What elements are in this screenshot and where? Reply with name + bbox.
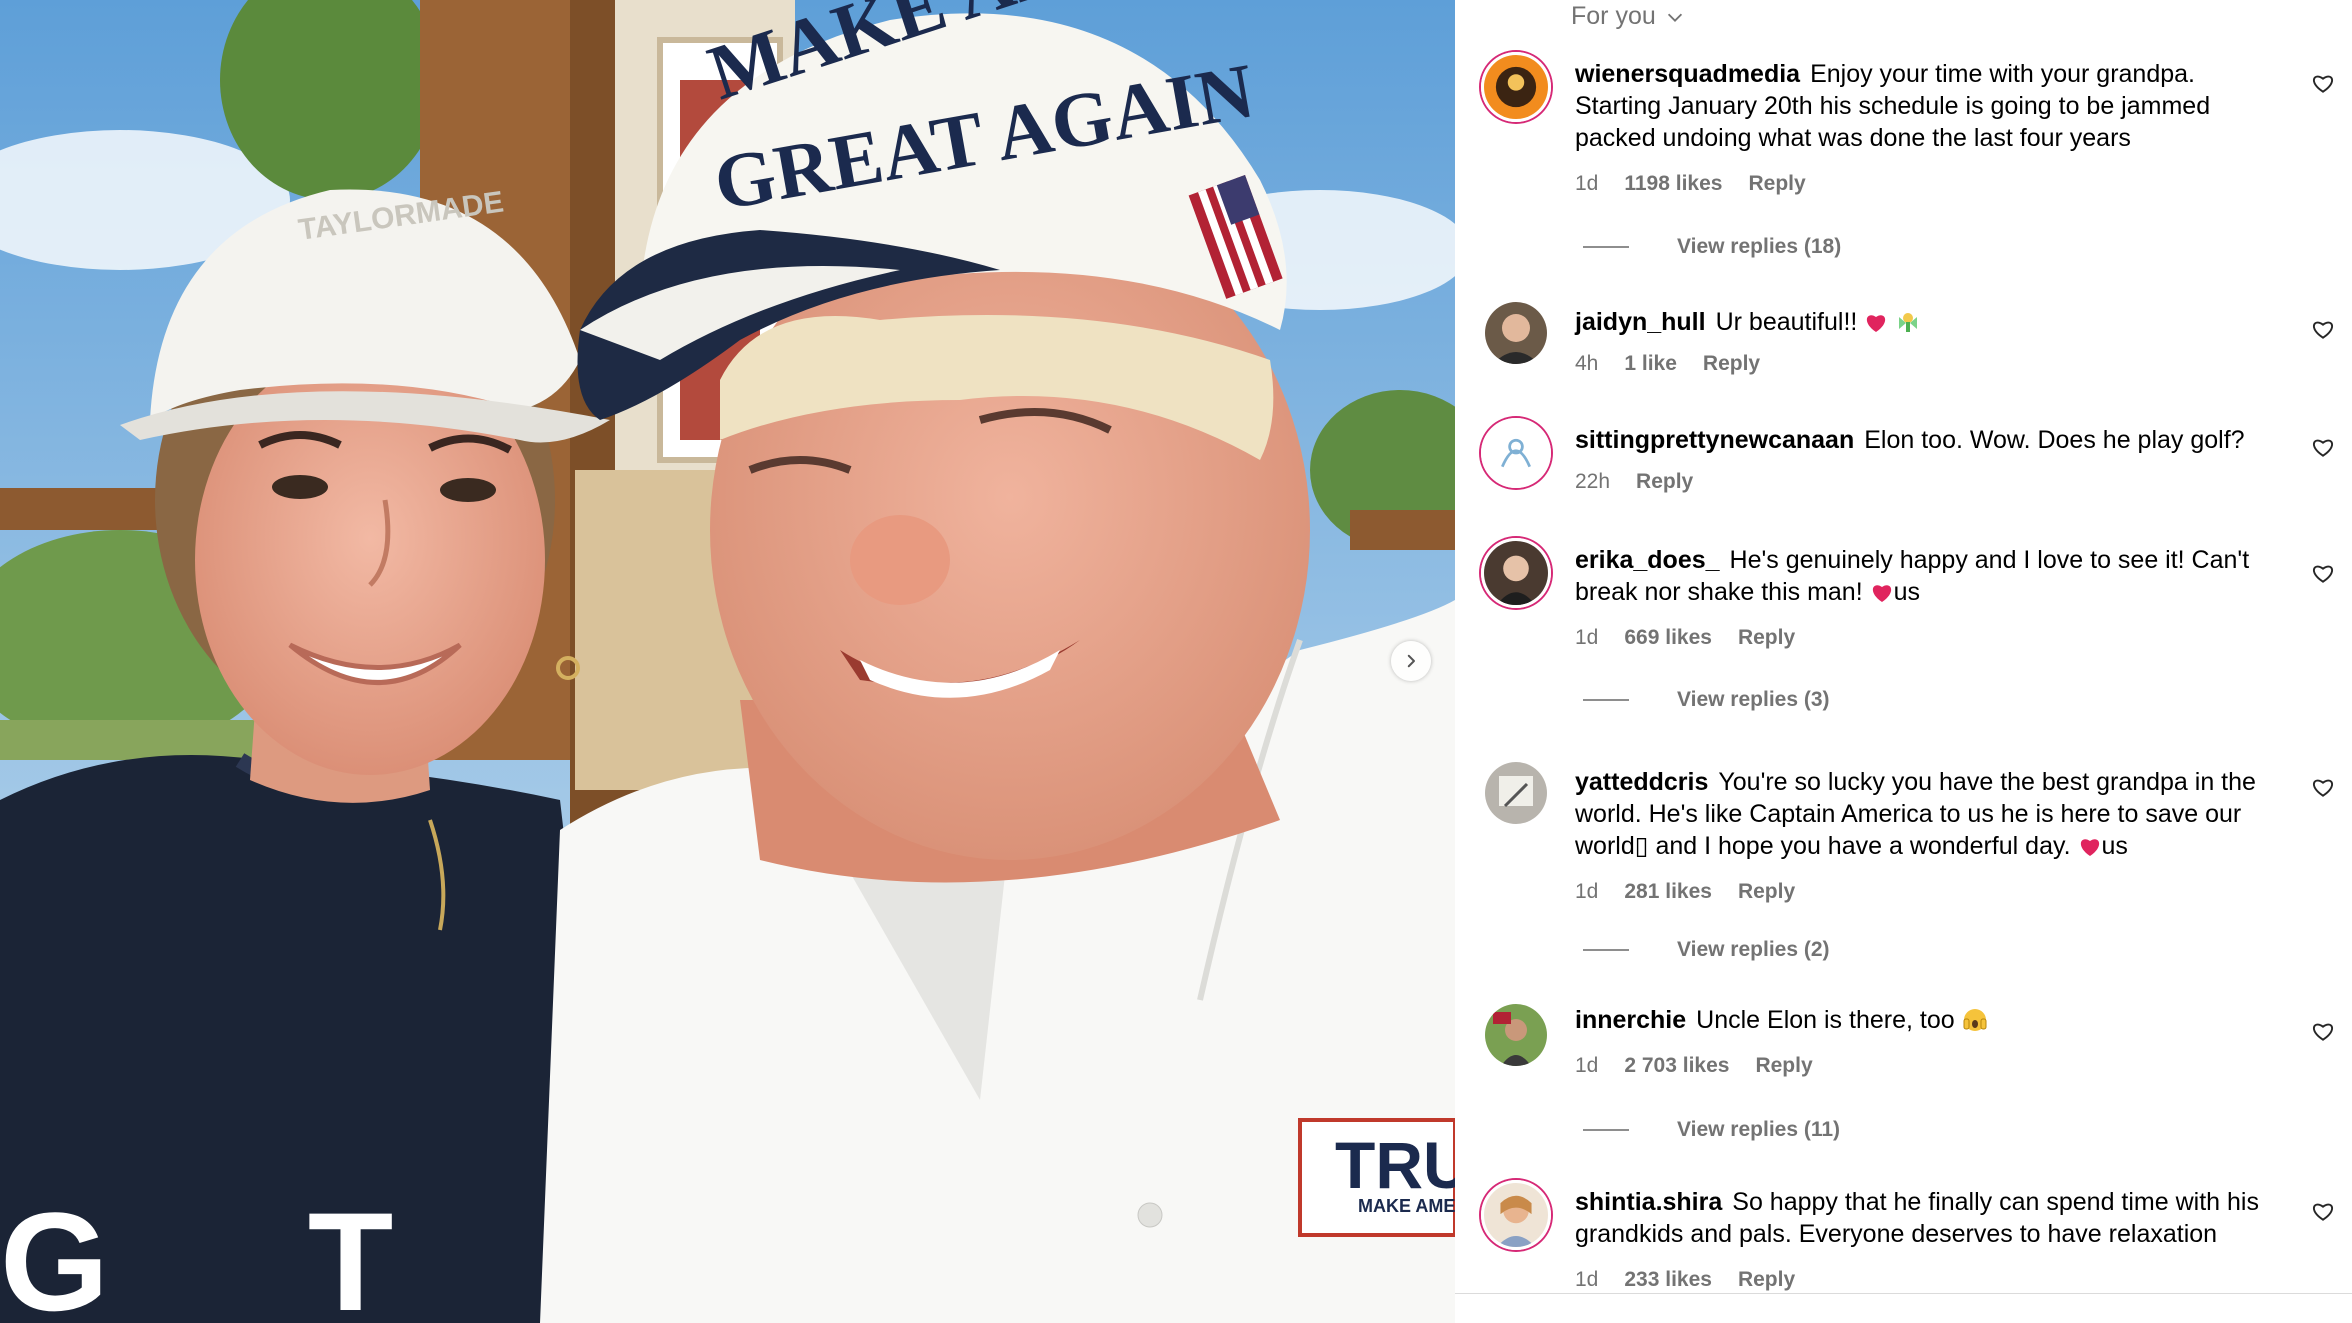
reply-button[interactable]: Reply	[1738, 1268, 1795, 1292]
view-replies-button[interactable]: View replies (11)	[1583, 1118, 1840, 1142]
divider-line	[1583, 699, 1629, 701]
comment-username[interactable]: yatteddcris	[1575, 768, 1708, 796]
like-comment-button[interactable]	[2310, 560, 2336, 586]
comment-age: 1d	[1575, 1054, 1599, 1077]
like-comment-button[interactable]	[2310, 774, 2336, 800]
divider-line	[1583, 246, 1629, 248]
chevron-right-icon	[1407, 654, 1415, 668]
comment-text: Elon too. Wow. Does he play golf?	[1864, 426, 2245, 454]
comment-likes[interactable]: 1198 likes	[1624, 172, 1722, 196]
comment-age: 1d	[1575, 880, 1599, 903]
like-comment-button[interactable]	[2310, 70, 2336, 96]
bottom-divider	[1455, 1293, 2352, 1323]
comment-age: 1d	[1575, 172, 1599, 195]
comment-username[interactable]: wienersquadmedia	[1575, 60, 1800, 88]
heart-outline-icon	[2313, 321, 2333, 339]
heart-outline-icon	[2313, 779, 2333, 797]
comment-body: yatteddcris You're so lucky you have the …	[1575, 766, 2275, 862]
comment-meta: 1d 669 likes Reply	[1575, 626, 1795, 650]
view-replies-label: View replies (2)	[1677, 938, 1830, 961]
comment-username[interactable]: erika_does_	[1575, 546, 1720, 574]
comment-meta: 1d 1198 likes Reply	[1575, 172, 1806, 196]
comment-age: 22h	[1575, 470, 1611, 493]
comment-text: Ur beautiful!!	[1715, 308, 1858, 336]
reply-button[interactable]: Reply	[1636, 470, 1693, 494]
like-comment-button[interactable]	[2310, 1198, 2336, 1224]
comment-username[interactable]: innerchie	[1575, 1006, 1686, 1034]
view-replies-label: View replies (11)	[1677, 1118, 1841, 1141]
comment-username[interactable]: jaidyn_hull	[1575, 308, 1706, 336]
reply-button[interactable]: Reply	[1748, 172, 1805, 196]
reply-button[interactable]: Reply	[1738, 880, 1795, 904]
chevron-down-icon	[1667, 13, 1682, 22]
heart-outline-icon	[2313, 75, 2333, 93]
comment-body: innerchie Uncle Elon is there, too	[1575, 1004, 2275, 1036]
comment-meta: 22h Reply	[1575, 470, 1693, 494]
comment-body: shintia.shira So happy that he finally ca…	[1575, 1186, 2275, 1250]
view-replies-button[interactable]: View replies (18)	[1583, 235, 1841, 259]
avatar[interactable]	[1481, 1180, 1551, 1250]
comment-age: 1d	[1575, 626, 1599, 649]
comment-age: 4h	[1575, 352, 1599, 375]
comment-meta: 1d 281 likes Reply	[1575, 880, 1795, 904]
svg-text:MAKE AMER: MAKE AMER	[1358, 1196, 1455, 1216]
comment-meta: 1d 233 likes Reply	[1575, 1268, 1795, 1292]
avatar[interactable]	[1481, 538, 1551, 608]
comment-age: 1d	[1575, 1268, 1599, 1291]
comment-likes[interactable]: 669 likes	[1624, 626, 1712, 650]
reply-button[interactable]: Reply	[1703, 352, 1760, 376]
post-photo: TAYLORMADE G T L TRU MAKE AMER MA	[0, 0, 1455, 1323]
avatar[interactable]	[1485, 1004, 1547, 1066]
view-replies-button[interactable]: View replies (2)	[1583, 938, 1830, 962]
sort-label: For you	[1571, 2, 1656, 30]
like-comment-button[interactable]	[2310, 434, 2336, 460]
avatar[interactable]	[1485, 762, 1547, 824]
comment-likes[interactable]: 2 703 likes	[1624, 1054, 1729, 1078]
comment-likes[interactable]: 233 likes	[1624, 1268, 1712, 1292]
comment-body: erika_does_ He's genuinely happy and I lo…	[1575, 544, 2275, 608]
comment-username[interactable]: sittingprettynewcanaan	[1575, 426, 1854, 454]
comment-body: jaidyn_hull Ur beautiful!!	[1575, 306, 2275, 338]
heart-outline-icon	[2313, 1203, 2333, 1221]
reply-button[interactable]: Reply	[1755, 1054, 1812, 1078]
comment-text: Uncle Elon is there, too	[1696, 1006, 1955, 1034]
comments-panel: For you wienersquadmedia Enjoy your time …	[1455, 0, 2352, 1323]
shirt-logo-text: TRU	[1335, 1128, 1455, 1202]
comment-username[interactable]: shintia.shira	[1575, 1188, 1722, 1216]
divider-line	[1583, 949, 1629, 951]
comment-text-suffix: us	[1893, 578, 1921, 606]
view-replies-button[interactable]: View replies (3)	[1583, 688, 1830, 712]
photo-illustration: TAYLORMADE G T L TRU MAKE AMER MA	[0, 0, 1455, 1323]
comment-meta: 1d 2 703 likes Reply	[1575, 1054, 1813, 1078]
comment-meta: 4h 1 like Reply	[1575, 352, 1760, 376]
face-screaming-emoji-icon	[1963, 1009, 1987, 1031]
heart-outline-icon	[2313, 565, 2333, 583]
reply-button[interactable]: Reply	[1738, 626, 1795, 650]
comment-likes[interactable]: 1 like	[1624, 352, 1677, 376]
view-replies-label: View replies (18)	[1677, 235, 1842, 258]
avatar[interactable]	[1481, 418, 1551, 488]
heart-outline-icon	[2313, 439, 2333, 457]
heart-outline-icon	[2313, 1023, 2333, 1041]
view-replies-label: View replies (3)	[1677, 688, 1830, 711]
like-comment-button[interactable]	[2310, 1018, 2336, 1044]
divider-line	[1583, 1129, 1629, 1131]
avatar[interactable]	[1481, 52, 1551, 122]
next-photo-button[interactable]	[1391, 641, 1431, 681]
fairy-emoji-icon	[1899, 313, 1918, 332]
comment-body: wienersquadmedia Enjoy your time with you…	[1575, 58, 2275, 154]
avatar[interactable]	[1485, 302, 1547, 364]
comment-text-suffix: us	[2101, 832, 2128, 860]
red-heart-emoji-icon	[1867, 315, 1886, 332]
comment-body: sittingprettynewcanaan Elon too. Wow. Doe…	[1575, 424, 2275, 456]
red-heart-emoji-icon	[1872, 585, 1891, 602]
like-comment-button[interactable]	[2310, 316, 2336, 342]
red-heart-emoji-icon	[2080, 839, 2099, 856]
comment-likes[interactable]: 281 likes	[1624, 880, 1712, 904]
sort-dropdown[interactable]: For you	[1571, 2, 1686, 31]
